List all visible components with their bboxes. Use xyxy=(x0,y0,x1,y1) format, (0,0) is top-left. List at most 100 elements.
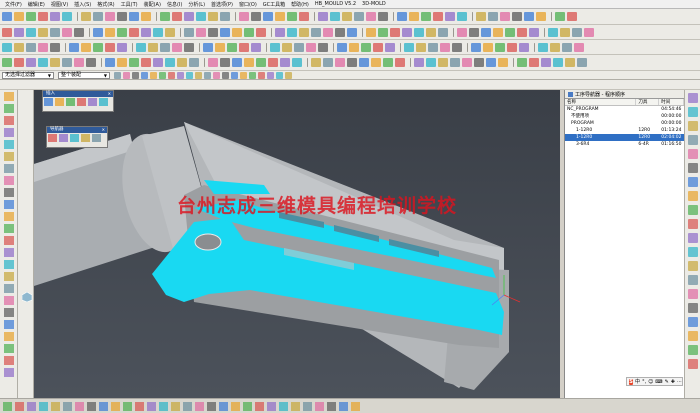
bottom-tool-icon[interactable] xyxy=(87,401,96,411)
side-tool-icon[interactable] xyxy=(3,104,14,113)
panel-tool-icon[interactable] xyxy=(77,98,86,106)
toolbar-tool-icon[interactable] xyxy=(208,12,218,21)
bottom-tool-icon[interactable] xyxy=(219,401,228,411)
side-tool-icon[interactable] xyxy=(687,93,698,103)
snap-point-icon[interactable] xyxy=(222,71,229,79)
toolbar-tool-icon[interactable] xyxy=(524,12,534,21)
toolbar-tool-icon[interactable] xyxy=(141,58,151,67)
menu-info[interactable]: 信息(I) xyxy=(164,1,185,8)
toolbar-tool-icon[interactable] xyxy=(244,58,254,67)
side-tool-icon[interactable] xyxy=(3,188,14,197)
panel-tool-icon[interactable] xyxy=(81,134,90,142)
bottom-tool-icon[interactable] xyxy=(123,401,132,411)
bottom-tool-icon[interactable] xyxy=(63,401,72,411)
bottom-tool-icon[interactable] xyxy=(231,401,240,411)
snap-point-icon[interactable] xyxy=(186,71,193,79)
toolbar-tool-icon[interactable] xyxy=(256,58,266,67)
toolbar-tool-icon[interactable] xyxy=(117,12,127,21)
toolbar-tool-icon[interactable] xyxy=(93,42,103,52)
snap-point-icon[interactable] xyxy=(159,71,166,79)
side-tool-icon[interactable] xyxy=(3,332,14,341)
toolbar-tool-icon[interactable] xyxy=(529,27,539,37)
bottom-tool-icon[interactable] xyxy=(183,401,192,411)
toolbar-tool-icon[interactable] xyxy=(208,27,218,37)
toolbar-tool-icon[interactable] xyxy=(251,12,261,21)
toolbar-tool-icon[interactable] xyxy=(62,58,72,67)
bottom-tool-icon[interactable] xyxy=(195,401,204,411)
toolbar-tool-icon[interactable] xyxy=(323,27,333,37)
toolbar-tool-icon[interactable] xyxy=(438,27,448,37)
view-triad-icon[interactable] xyxy=(21,291,33,303)
bottom-tool-icon[interactable] xyxy=(147,401,156,411)
side-tool-icon[interactable] xyxy=(687,275,698,285)
toolbar-tool-icon[interactable] xyxy=(280,58,290,67)
menu-preferences[interactable]: 首选项(P) xyxy=(208,1,236,8)
type-filter-select[interactable]: 无选择过滤器 ▼ xyxy=(2,71,54,79)
side-tool-icon[interactable] xyxy=(3,140,14,149)
toolbar-tool-icon[interactable] xyxy=(371,58,381,67)
side-tool-icon[interactable] xyxy=(3,344,14,353)
graphics-viewport[interactable]: 插入 ✕ 导航器 ✕ 台州志成三维模具编程培训学校 xyxy=(34,90,560,398)
menu-gc-toolbox[interactable]: GC工具箱 xyxy=(260,1,288,8)
toolbar-tool-icon[interactable] xyxy=(483,42,493,52)
toolbar-tool-icon[interactable] xyxy=(462,58,472,67)
bottom-tool-icon[interactable] xyxy=(15,401,24,411)
toolbar-tool-icon[interactable] xyxy=(342,12,352,21)
toolbar-tool-icon[interactable] xyxy=(177,58,187,67)
toolbar-tool-icon[interactable] xyxy=(38,27,48,37)
toolbar-tool-icon[interactable] xyxy=(2,58,12,67)
toolbar-tool-icon[interactable] xyxy=(263,12,273,21)
toolbar-tool-icon[interactable] xyxy=(433,12,443,21)
side-tool-icon[interactable] xyxy=(687,149,698,159)
toolbar-tool-icon[interactable] xyxy=(574,42,584,52)
bottom-tool-icon[interactable] xyxy=(171,401,180,411)
toolbar-tool-icon[interactable] xyxy=(452,42,462,52)
toolbar-tool-icon[interactable] xyxy=(282,42,292,52)
toolbar-tool-icon[interactable] xyxy=(550,42,560,52)
toolbar-tool-icon[interactable] xyxy=(184,27,194,37)
toolbar-tool-icon[interactable] xyxy=(318,12,328,21)
toolbar-tool-icon[interactable] xyxy=(117,27,127,37)
toolbar-tool-icon[interactable] xyxy=(172,42,182,52)
snap-point-icon[interactable] xyxy=(114,71,121,79)
panel-tool-icon[interactable] xyxy=(99,98,108,106)
side-tool-icon[interactable] xyxy=(3,260,14,269)
toolbar-tool-icon[interactable] xyxy=(414,58,424,67)
snap-point-icon[interactable] xyxy=(285,71,292,79)
panel-tool-icon[interactable] xyxy=(92,134,101,142)
column-name-header[interactable]: 名称 xyxy=(565,99,637,105)
toolbar-tool-icon[interactable] xyxy=(239,12,249,21)
toolbar-tool-icon[interactable] xyxy=(160,12,170,21)
side-tool-icon[interactable] xyxy=(3,116,14,125)
menu-analysis[interactable]: 分析(L) xyxy=(185,1,208,8)
side-tool-icon[interactable] xyxy=(687,261,698,271)
bottom-tool-icon[interactable] xyxy=(255,401,264,411)
toolbar-tool-icon[interactable] xyxy=(426,27,436,37)
toolbar-tool-icon[interactable] xyxy=(577,58,587,67)
ime-label[interactable]: ⋯ xyxy=(677,379,682,385)
toolbar-tool-icon[interactable] xyxy=(529,58,539,67)
side-tool-icon[interactable] xyxy=(687,331,698,341)
bottom-tool-icon[interactable] xyxy=(159,401,168,411)
scope-filter-select[interactable]: 整个装配 ▼ xyxy=(58,71,110,79)
toolbar-tool-icon[interactable] xyxy=(428,42,438,52)
panel-tool-icon[interactable] xyxy=(88,98,97,106)
toolbar-tool-icon[interactable] xyxy=(395,58,405,67)
close-icon[interactable]: ✕ xyxy=(108,91,111,97)
bottom-tool-icon[interactable] xyxy=(327,401,336,411)
snap-point-icon[interactable] xyxy=(258,71,265,79)
toolbar-tool-icon[interactable] xyxy=(402,27,412,37)
side-tool-icon[interactable] xyxy=(687,163,698,173)
toolbar-tool-icon[interactable] xyxy=(457,27,467,37)
snap-point-icon[interactable] xyxy=(213,71,220,79)
bottom-tool-icon[interactable] xyxy=(207,401,216,411)
toolbar-tool-icon[interactable] xyxy=(584,27,594,37)
bottom-tool-icon[interactable] xyxy=(27,401,36,411)
toolbar-tool-icon[interactable] xyxy=(474,58,484,67)
toolbar-tool-icon[interactable] xyxy=(270,42,280,52)
toolbar-tool-icon[interactable] xyxy=(366,12,376,21)
side-tool-icon[interactable] xyxy=(3,176,14,185)
toolbar-tool-icon[interactable] xyxy=(256,27,266,37)
toolbar-tool-icon[interactable] xyxy=(74,27,84,37)
toolbar-tool-icon[interactable] xyxy=(105,42,115,52)
